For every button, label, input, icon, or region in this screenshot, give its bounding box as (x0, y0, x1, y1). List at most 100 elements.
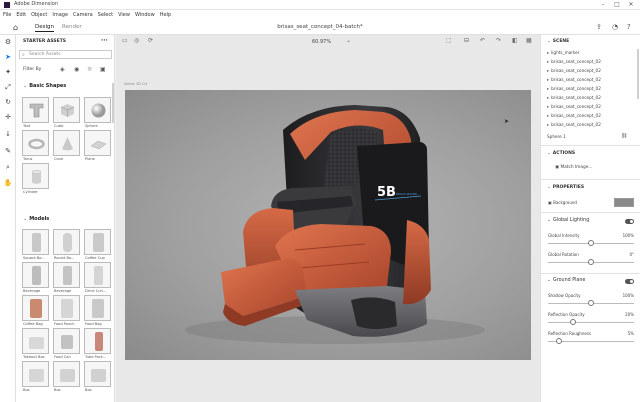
global-lighting-title[interactable]: ⌄ Global Lighting (547, 218, 589, 223)
filter-3d-icon[interactable]: ◈ (60, 66, 65, 73)
zoom-dropdown-icon[interactable]: ⌄ (346, 37, 351, 44)
menu-select[interactable]: Select (98, 12, 113, 18)
shadow-opacity-value[interactable]: 100% (623, 293, 634, 298)
notifications-icon[interactable]: ◔ (612, 23, 618, 31)
menu-edit[interactable]: Edit (16, 12, 26, 18)
slider-knob[interactable] (588, 240, 594, 246)
minimize-icon[interactable]: – (598, 1, 608, 8)
search-input[interactable]: ⌕ Search Assets (19, 50, 112, 59)
orbit-icon[interactable]: ⟳ (148, 37, 153, 44)
reflection-roughness-value[interactable]: 5% (628, 331, 634, 336)
match-image-button[interactable]: ▣ Match Image... (555, 165, 592, 170)
shadow-opacity-slider[interactable] (548, 300, 634, 306)
properties-title[interactable]: ⌄ PROPERTIES (547, 185, 584, 190)
scene-item[interactable]: ▸ brisas_seat_concept_02 (547, 95, 601, 100)
menu-image[interactable]: Image (52, 12, 68, 18)
scene-footer-item[interactable]: Sphere 1 (547, 134, 566, 139)
zoom-tool-icon[interactable]: ⌕ (3, 163, 13, 172)
filter-material-icon[interactable]: ◉ (74, 66, 79, 73)
grid-icon[interactable]: ▦ (526, 37, 532, 44)
global-intensity-slider[interactable] (548, 240, 634, 246)
section-models[interactable]: ⌄ Models (23, 216, 49, 222)
undo-icon[interactable]: ↶ (480, 37, 485, 44)
asset-food-can[interactable]: Food Can (53, 328, 80, 359)
asset-beverage-1[interactable]: Beverage (22, 262, 49, 293)
asset-cone[interactable]: Cone (53, 130, 80, 161)
menu-help[interactable]: Help (160, 12, 171, 18)
section-basic-shapes[interactable]: ⌄ Basic Shapes (23, 83, 66, 89)
actions-title[interactable]: ⌄ ACTIONS (547, 151, 575, 156)
asset-sphere[interactable]: Sphere (84, 97, 111, 128)
share-icon[interactable]: ⇪ (596, 23, 602, 31)
slider-knob[interactable] (588, 300, 594, 306)
menu-object[interactable]: Object (31, 12, 47, 18)
asset-square-bottle[interactable]: Square Bo... (22, 229, 49, 260)
assets-scrollbar[interactable] (112, 83, 114, 123)
asset-cylinder[interactable]: Cylinder (22, 163, 49, 194)
scene-item[interactable]: ▸ brisas_seat_concept_02 (547, 113, 601, 118)
help-icon[interactable]: ? (627, 23, 631, 31)
move-tool-icon[interactable]: ⤢ (3, 83, 13, 92)
pan-tool-icon[interactable]: ✋ (3, 179, 13, 187)
eyedropper-icon[interactable]: ✎ (3, 147, 13, 155)
menu-camera[interactable]: Camera (73, 12, 93, 18)
asset-drink-carton[interactable]: Drink Curl... (84, 262, 111, 293)
camera-icon[interactable]: ◎ (134, 37, 139, 44)
global-rotation-value[interactable]: 0° (629, 252, 634, 257)
scene-item[interactable]: ▸ brisas_seat_concept_02 (547, 68, 601, 73)
scene-scrollbar[interactable] (637, 49, 639, 99)
render-viewport[interactable]: 5B BRISAS SEATING (125, 90, 531, 360)
scene-item[interactable]: ▸ lights_marker (547, 50, 580, 55)
camera-bookmark-icon[interactable]: ▭ (122, 37, 128, 44)
asset-cube[interactable]: Cube (53, 97, 80, 128)
preview-icon[interactable]: ◧ (512, 37, 518, 44)
menu-file[interactable]: File (3, 12, 11, 18)
scene-item[interactable]: ▸ brisas_seat_concept_02 (547, 77, 601, 82)
scene-item[interactable]: ▸ brisas_seat_concept_02 (547, 86, 601, 91)
reflection-opacity-value[interactable]: 20% (625, 312, 634, 317)
global-intensity-value[interactable]: 100% (623, 233, 634, 238)
asset-tube-pack[interactable]: Tube Pack... (84, 328, 111, 359)
asset-text[interactable]: Text (22, 97, 49, 128)
ground-plane-title[interactable]: ⌄ Ground Plane (547, 278, 585, 283)
align-icon[interactable]: ⊟ (464, 37, 469, 44)
slider-knob[interactable] (570, 319, 576, 325)
frame-icon[interactable]: ⬚ (446, 37, 452, 44)
reflection-opacity-slider[interactable] (548, 319, 634, 325)
scene-item[interactable]: ▸ brisas_seat_concept_02 (547, 59, 601, 64)
asset-box-1[interactable]: Box (22, 361, 49, 392)
asset-coffee-cup[interactable]: Coffee Cup (84, 229, 111, 260)
global-lighting-toggle[interactable] (625, 219, 634, 224)
asset-torus[interactable]: Torus (22, 130, 49, 161)
slider-knob[interactable] (556, 338, 562, 344)
asset-takeout-box[interactable]: Takeout Box (22, 328, 49, 359)
global-rotation-slider[interactable] (548, 259, 634, 265)
menu-view[interactable]: View (118, 12, 130, 18)
seat-model[interactable]: 5B BRISAS SEATING (125, 90, 531, 360)
asset-food-bag[interactable]: Food Bag (84, 295, 111, 326)
asset-box-3[interactable]: Box (84, 361, 111, 392)
maximize-icon[interactable]: □ (612, 1, 622, 8)
link-icon[interactable]: ⛓ (621, 133, 627, 139)
more-options-icon[interactable]: ··· (101, 37, 108, 44)
filter-image-icon[interactable]: ▣ (100, 66, 106, 73)
redo-icon[interactable]: ↷ (496, 37, 501, 44)
ground-plane-toggle[interactable] (625, 279, 634, 284)
settings-icon[interactable]: ⚙ (3, 38, 13, 46)
scale-tool-icon[interactable]: ✛ (3, 113, 13, 121)
zoom-level[interactable]: 60.97% (312, 39, 331, 45)
asset-coffee-bag[interactable]: Coffee Bag (22, 295, 49, 326)
filter-light-icon[interactable]: ☼ (87, 66, 92, 73)
select-tool-icon[interactable]: ➤ (3, 53, 13, 61)
close-icon[interactable]: ✕ (626, 1, 636, 8)
scene-item[interactable]: ▸ brisas_seat_concept_02 (547, 104, 601, 109)
reflection-roughness-slider[interactable] (548, 338, 634, 344)
scene-item[interactable]: ▸ brisas_seat_concept_02 (547, 122, 601, 127)
menu-window[interactable]: Window (135, 12, 155, 18)
rotate-tool-icon[interactable]: ↻ (3, 98, 13, 106)
asset-plane[interactable]: Plane (84, 130, 111, 161)
asset-food-pouch[interactable]: Food Pouch (53, 295, 80, 326)
asset-beverage-2[interactable]: Beverage (53, 262, 80, 293)
background-color-swatch[interactable] (614, 198, 634, 207)
slider-knob[interactable] (588, 259, 594, 265)
